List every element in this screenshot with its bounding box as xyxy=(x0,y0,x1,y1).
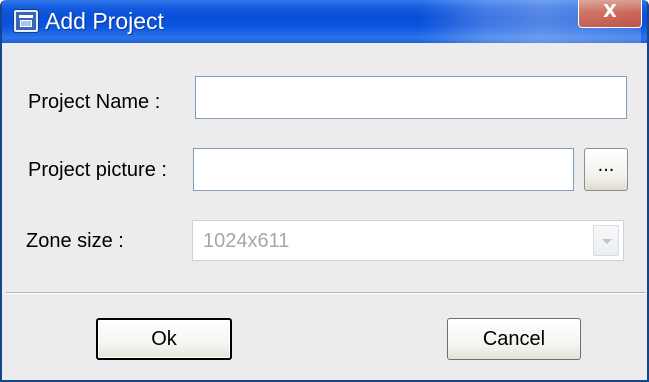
project-picture-input[interactable] xyxy=(193,148,574,191)
browse-button-label: ... xyxy=(597,154,615,176)
chevron-down-icon[interactable] xyxy=(593,225,619,256)
title-bar[interactable]: Add Project X xyxy=(2,0,647,43)
app-icon-bar xyxy=(19,15,33,18)
ok-button-label: Ok xyxy=(151,328,177,350)
app-icon-screen xyxy=(20,20,32,27)
zone-size-label: Zone size : xyxy=(26,230,124,252)
project-picture-label: Project picture : xyxy=(28,159,167,181)
zone-size-dropdown[interactable]: 1024x611 xyxy=(192,220,624,261)
project-name-label: Project Name : xyxy=(28,91,161,113)
close-button[interactable]: X xyxy=(578,0,642,28)
ok-button[interactable]: Ok xyxy=(96,318,232,360)
browse-picture-button[interactable]: ... xyxy=(584,148,628,191)
zone-size-value: 1024x611 xyxy=(203,230,290,252)
app-window-icon[interactable] xyxy=(14,10,38,32)
window-title: Add Project xyxy=(45,8,164,34)
project-name-input[interactable] xyxy=(195,76,627,119)
cancel-button-label: Cancel xyxy=(482,328,546,350)
cancel-button[interactable]: Cancel xyxy=(447,318,581,360)
divider xyxy=(6,292,645,294)
add-project-dialog: Add Project X Project Name : Project pic… xyxy=(0,0,649,382)
close-icon: X xyxy=(603,1,617,22)
